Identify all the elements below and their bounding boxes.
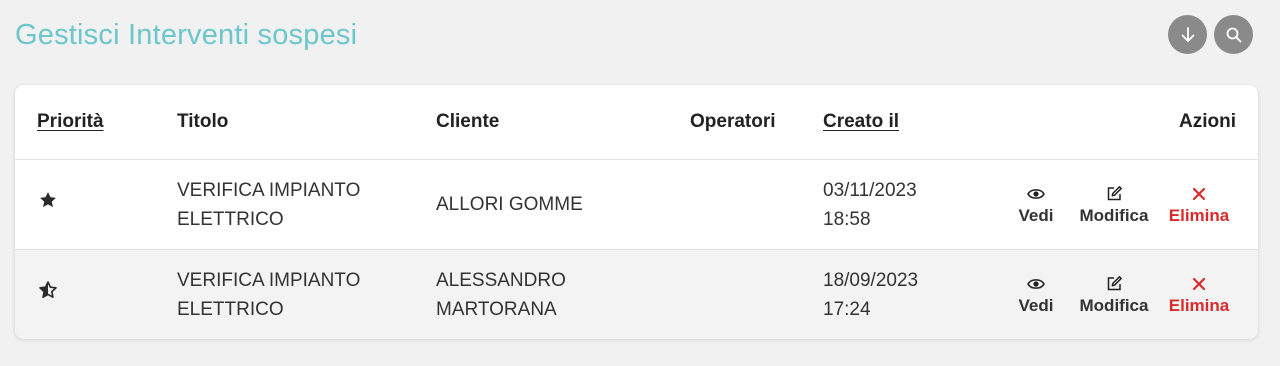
edit-button[interactable]: Modifica: [1074, 273, 1154, 317]
column-header-client: Cliente: [436, 85, 690, 160]
delete-button[interactable]: Elimina: [1164, 273, 1234, 317]
table-row: VERIFICA IMPIANTO ELETTRICO ALESSANDRO M…: [15, 249, 1258, 339]
column-header-title: Titolo: [177, 85, 436, 160]
actions-cell: Vedi Modifica Elimina: [973, 160, 1258, 250]
title-line: ELETTRICO: [177, 208, 284, 230]
column-header-created[interactable]: Creato il: [823, 85, 973, 160]
view-label: Vedi: [1018, 205, 1054, 225]
interventions-table: Priorità Titolo Cliente Operatori Creato…: [15, 85, 1258, 339]
star-filled-icon: [38, 190, 58, 219]
created-date: 18/09/2023: [823, 269, 919, 291]
column-header-operators: Operatori: [690, 85, 823, 160]
close-icon: [1192, 183, 1206, 205]
title-line: ELETTRICO: [177, 298, 284, 320]
search-icon: [1226, 27, 1241, 42]
star-half-icon: [38, 280, 58, 309]
actions-cell: Vedi Modifica Elimina: [973, 249, 1258, 339]
delete-label: Elimina: [1168, 295, 1230, 315]
top-actions: [1168, 15, 1253, 54]
edit-label: Modifica: [1079, 205, 1149, 225]
close-icon: [1192, 273, 1206, 295]
arrow-down-icon: [1181, 26, 1194, 42]
client-line: ALESSANDRO: [436, 269, 566, 291]
created-cell: 18/09/2023 17:24: [823, 249, 973, 339]
view-button[interactable]: Vedi: [1008, 183, 1064, 227]
operators-cell: [690, 160, 823, 250]
edit-icon: [1106, 183, 1123, 205]
edit-button[interactable]: Modifica: [1074, 183, 1154, 227]
eye-icon: [1027, 273, 1045, 295]
page-title: Gestisci Interventi sospesi: [15, 19, 358, 51]
column-header-actions: Azioni: [973, 85, 1258, 160]
priority-cell: [15, 249, 177, 339]
edit-label: Modifica: [1079, 295, 1149, 315]
title-cell: VERIFICA IMPIANTO ELETTRICO: [177, 249, 436, 339]
view-button[interactable]: Vedi: [1008, 273, 1064, 317]
delete-label: Elimina: [1168, 205, 1230, 225]
interventions-table-card: Priorità Titolo Cliente Operatori Creato…: [15, 85, 1258, 339]
client-line: MARTORANA: [436, 298, 557, 320]
table-row: VERIFICA IMPIANTO ELETTRICO ALLORI GOMME…: [15, 160, 1258, 250]
created-time: 18:58: [823, 208, 871, 230]
priority-cell: [15, 160, 177, 250]
download-button[interactable]: [1168, 15, 1207, 54]
client-cell: ALESSANDRO MARTORANA: [436, 249, 690, 339]
title-line: VERIFICA IMPIANTO: [177, 179, 361, 201]
search-button[interactable]: [1214, 15, 1253, 54]
created-date: 03/11/2023: [823, 179, 917, 201]
title-line: VERIFICA IMPIANTO: [177, 269, 361, 291]
delete-button[interactable]: Elimina: [1164, 183, 1234, 227]
created-time: 17:24: [823, 298, 871, 320]
eye-icon: [1027, 183, 1045, 205]
client-cell: ALLORI GOMME: [436, 160, 690, 250]
view-label: Vedi: [1018, 295, 1054, 315]
created-cell: 03/11/2023 18:58: [823, 160, 973, 250]
edit-icon: [1106, 273, 1123, 295]
client-line: ALLORI GOMME: [436, 194, 583, 215]
title-cell: VERIFICA IMPIANTO ELETTRICO: [177, 160, 436, 250]
table-header-row: Priorità Titolo Cliente Operatori Creato…: [15, 85, 1258, 160]
operators-cell: [690, 249, 823, 339]
column-header-priority[interactable]: Priorità: [15, 85, 177, 160]
